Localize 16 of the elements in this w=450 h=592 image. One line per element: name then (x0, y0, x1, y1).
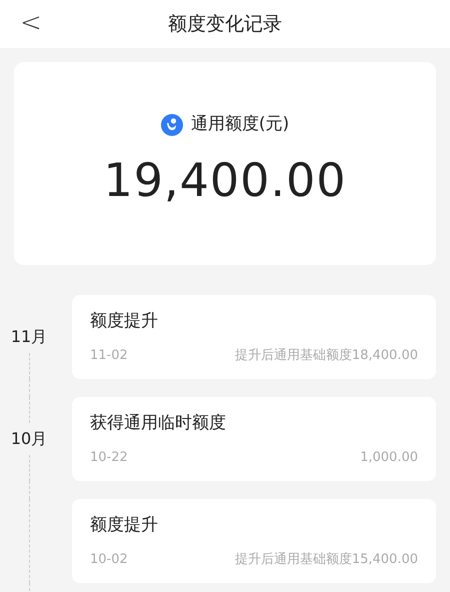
balance-amount: 19,400.00 (103, 152, 347, 209)
record-title: 获得通用临时额度 (90, 412, 227, 435)
record-detail: 提升后通用基础额度15,400.00 (234, 550, 418, 568)
record-date: 10-02 (90, 550, 128, 568)
back-button[interactable]: < (14, 8, 48, 38)
logo-icon (160, 114, 183, 136)
month-label: 10月 (10, 428, 48, 450)
record-detail: 提升后通用基础额度18,400.00 (234, 346, 418, 364)
record-date: 11-02 (90, 346, 128, 364)
record-title: 额度提升 (90, 310, 159, 333)
record-detail: 1,000.00 (360, 448, 418, 466)
record-date: 10-22 (90, 448, 128, 466)
balance-label: 通用额度(元) (190, 113, 290, 136)
month-label: 11月 (10, 326, 48, 348)
record-title: 额度提升 (90, 514, 159, 537)
page-title: 额度变化记录 (168, 12, 282, 37)
